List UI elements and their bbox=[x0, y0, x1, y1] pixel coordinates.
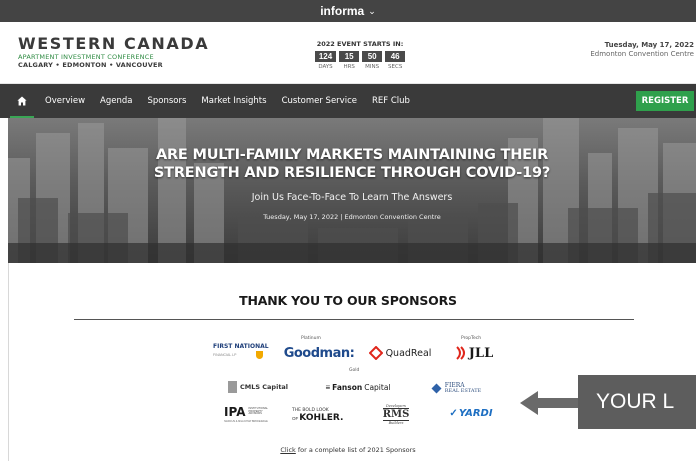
arrow-left-icon bbox=[520, 391, 580, 415]
countdown-value: 46 bbox=[385, 51, 406, 62]
countdown-days: 124 DAYS bbox=[314, 51, 337, 70]
countdown-value: 50 bbox=[362, 51, 383, 62]
ipa-wordmark: IPA bbox=[224, 405, 246, 419]
countdown-minutes: 50 MINS bbox=[362, 51, 383, 70]
fiera-subtitle: REAL ESTATE bbox=[444, 387, 482, 394]
sponsors-heading: THANK YOU TO OUR SPONSORS bbox=[239, 293, 457, 308]
cmls-building-icon bbox=[227, 381, 237, 393]
sponsor-logo-quadreal[interactable]: QuadReal bbox=[366, 343, 434, 363]
shield-icon bbox=[256, 351, 264, 359]
sponsor-logo-goodman[interactable]: Goodman: bbox=[284, 343, 355, 363]
nav-item-sponsors[interactable]: Sponsors bbox=[147, 96, 186, 106]
countdown-label: MINS bbox=[365, 64, 380, 70]
register-button[interactable]: REGISTER bbox=[636, 91, 694, 111]
sponsors-list-line: Click for a complete list of 2021 Sponso… bbox=[0, 446, 696, 454]
yardi-check-icon: ✓ bbox=[449, 407, 458, 419]
cta-text: YOUR L bbox=[596, 390, 675, 413]
quadreal-wordmark: QuadReal bbox=[385, 347, 432, 359]
nav-item-market-insights[interactable]: Market Insights bbox=[201, 96, 266, 106]
home-icon[interactable] bbox=[10, 84, 34, 118]
logo-cities: CALGARY • EDMONTON • VANCOUVER bbox=[18, 60, 163, 69]
main-nav: Overview Agenda Sponsors Market Insights… bbox=[0, 84, 696, 118]
countdown-label: HRS bbox=[343, 64, 355, 70]
hero-subheading: Join Us Face-To-Face To Learn The Answer… bbox=[251, 192, 453, 203]
sponsor-logo-first-national[interactable]: FIRST NATIONAL FINANCIAL LP bbox=[213, 341, 273, 361]
event-venue: Edmonton Convention Centre bbox=[590, 50, 694, 58]
rms-bottom: Builders bbox=[388, 420, 404, 425]
cmls-wordmark: CMLS Capital bbox=[239, 383, 289, 391]
hero-headline-line: ARE MULTI-FAMILY MARKETS MAINTAINING THE… bbox=[155, 147, 549, 163]
chevron-down-icon[interactable]: ⌄ bbox=[368, 6, 376, 17]
countdown-label: DAYS bbox=[318, 64, 333, 70]
first-national-tag: FINANCIAL LP bbox=[213, 353, 237, 357]
quadreal-diamond-icon bbox=[368, 346, 383, 360]
countdown-seconds: 46 SECS bbox=[385, 51, 406, 70]
city-skyline-image bbox=[8, 118, 696, 263]
sponsor-logo-yardi[interactable]: ✓ YARDI bbox=[444, 404, 498, 422]
sponsor-logo-jll[interactable]: JLL bbox=[450, 342, 498, 364]
informa-bar[interactable]: informa ⌄ bbox=[0, 0, 696, 22]
ipa-tag-line: ADVISORS bbox=[248, 412, 262, 416]
sponsor-logo-fiera[interactable]: FIERA REAL ESTATE bbox=[424, 378, 488, 398]
nav-item-agenda[interactable]: Agenda bbox=[100, 96, 132, 106]
yardi-wordmark: YARDI bbox=[458, 407, 493, 419]
sponsor-logo-ipa[interactable]: IPA INSTITUTIONAL PROPERTY ADVISORS MARC… bbox=[218, 402, 274, 426]
sponsor-logo-fanson[interactable]: ≡ Fanson Capital bbox=[322, 378, 394, 396]
nav-item-customer-service[interactable]: Customer Service bbox=[282, 96, 357, 106]
tier-label-gold: Gold bbox=[349, 368, 360, 373]
logo-subtitle: APARTMENT INVESTMENT CONFERENCE bbox=[18, 53, 154, 61]
sponsors-list-link[interactable]: Click bbox=[280, 446, 296, 454]
sponsors-divider bbox=[74, 319, 634, 320]
hero-dateline: Tuesday, May 17, 2022 | Edmonton Convent… bbox=[263, 213, 441, 221]
site-header: WESTERN CANADA APARTMENT INVESTMENT CONF… bbox=[0, 22, 696, 84]
jll-wordmark: JLL bbox=[468, 345, 494, 361]
goodman-wordmark: Goodman: bbox=[283, 345, 355, 361]
sponsor-logo-kohler[interactable]: THE BOLD LOOK OF KOHLER. bbox=[292, 404, 344, 426]
informa-brand[interactable]: informa bbox=[320, 4, 364, 18]
fanson-wordmark-part2: Capital bbox=[364, 382, 391, 392]
event-info: Tuesday, May 17, 2022 Edmonton Conventio… bbox=[590, 41, 694, 58]
countdown-title: 2022 EVENT STARTS IN: bbox=[316, 40, 404, 48]
kohler-of: OF bbox=[292, 415, 299, 421]
rms-wordmark: RMS bbox=[382, 407, 410, 421]
countdown-value: 124 bbox=[314, 51, 337, 62]
hero-headline: ARE MULTI-FAMILY MARKETS MAINTAINING THE… bbox=[8, 146, 696, 182]
hero-banner: ARE MULTI-FAMILY MARKETS MAINTAINING THE… bbox=[8, 118, 696, 263]
tier-label-platinum: Platinum bbox=[301, 336, 321, 341]
countdown-value: 15 bbox=[339, 51, 360, 62]
jll-mark-icon bbox=[456, 346, 465, 360]
logo-title: WESTERN CANADA bbox=[18, 34, 210, 53]
event-countdown: 2022 EVENT STARTS IN: 124 DAYS 15 HRS 50… bbox=[300, 40, 420, 70]
hero-headline-line: STRENGTH AND RESILIENCE THROUGH COVID-19… bbox=[153, 165, 551, 181]
fiera-diamond-icon bbox=[431, 383, 442, 393]
kohler-wordmark: KOHLER. bbox=[299, 412, 344, 423]
fanson-flag-icon: ≡ bbox=[325, 382, 331, 392]
event-date: Tuesday, May 17, 2022 bbox=[604, 41, 694, 49]
site-logo[interactable]: WESTERN CANADA APARTMENT INVESTMENT CONF… bbox=[18, 36, 209, 68]
first-national-name: FIRST NATIONAL bbox=[213, 343, 269, 350]
ipa-footer: MARCUS & MILLICHAP BROKERAGE bbox=[224, 420, 268, 423]
sponsor-logo-rms[interactable]: Developers RMS Builders bbox=[378, 400, 414, 428]
tier-label-proptech: PropTech bbox=[461, 336, 482, 341]
nav-item-ref-club[interactable]: REF Club bbox=[372, 96, 410, 106]
fanson-wordmark-part1: Fanson bbox=[332, 382, 363, 392]
countdown-hours: 15 HRS bbox=[339, 51, 360, 70]
countdown-label: SECS bbox=[388, 64, 403, 70]
cta-banner[interactable]: YOUR L bbox=[578, 375, 696, 429]
sponsors-list-text: for a complete list of 2021 Sponsors bbox=[295, 446, 416, 454]
nav-item-overview[interactable]: Overview bbox=[45, 96, 85, 106]
sponsor-logo-cmls[interactable]: CMLS Capital bbox=[226, 378, 290, 396]
